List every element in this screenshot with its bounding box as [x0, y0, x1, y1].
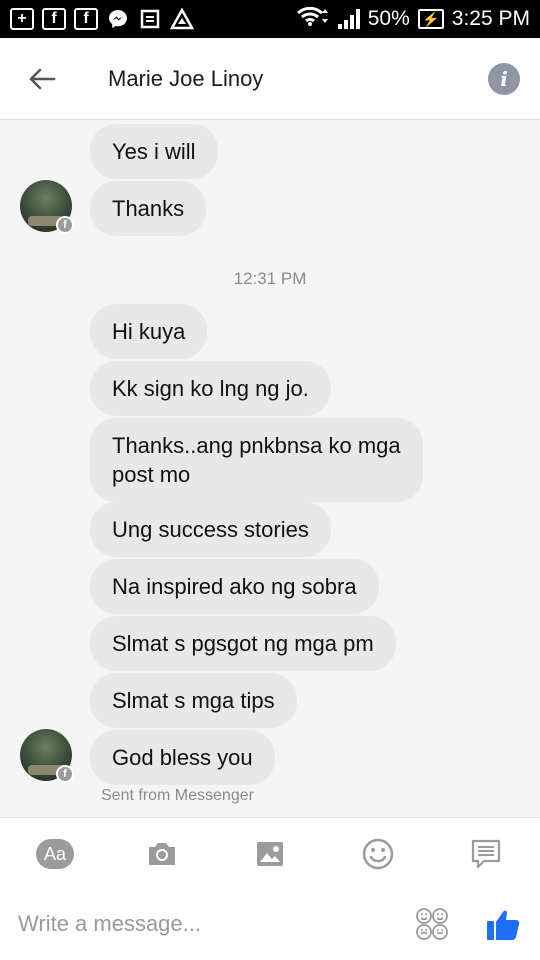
status-bar: + f f 50% ⚡ 3:25 PM	[0, 0, 540, 38]
image-icon	[257, 842, 283, 866]
message-bubble[interactable]: God bless you	[90, 730, 275, 785]
info-icon: i	[500, 66, 508, 91]
message-bubble[interactable]: Ung success stories	[90, 502, 331, 557]
message-list[interactable]: Yes i will Thanks f 12:31 PM Hi kuya Kk …	[0, 121, 540, 817]
stickers-button[interactable]	[414, 906, 450, 942]
message-input[interactable]	[18, 906, 398, 942]
message-bubble[interactable]: Hi kuya	[90, 304, 208, 359]
info-button[interactable]: i	[488, 62, 520, 95]
message-lines-icon	[471, 839, 501, 869]
chat-heads-button[interactable]	[466, 836, 506, 872]
wifi-icon	[296, 5, 330, 33]
smiley-icon	[362, 838, 394, 870]
message-bubble[interactable]: Na inspired ako ng sobra	[90, 559, 379, 614]
battery-percent: 50%	[367, 7, 410, 30]
timestamp: 12:31 PM	[233, 269, 307, 288]
clock: 3:25 PM	[451, 7, 530, 30]
facebook-notification-icon: f	[42, 8, 66, 30]
text-format-icon: Aa	[36, 839, 74, 869]
avatar[interactable]: f	[20, 729, 74, 783]
conversation-header: Marie Joe Linoy i	[0, 38, 540, 120]
composer-toolbar: Aa	[0, 818, 540, 890]
signal-icon	[337, 9, 360, 29]
notes-notification-icon	[138, 8, 162, 30]
text-format-button[interactable]: Aa	[35, 836, 75, 872]
battery-charging-icon: ⚡	[417, 9, 444, 29]
avatar[interactable]: f	[20, 180, 74, 234]
message-input-row	[0, 890, 540, 960]
message-bubble[interactable]: Slmat s pgsgot ng mga pm	[90, 616, 396, 671]
message-bubble[interactable]: Yes i will	[90, 124, 218, 179]
camera-icon	[149, 843, 175, 865]
arrow-left-icon	[29, 68, 56, 89]
facebook-badge-icon: f	[56, 216, 74, 234]
conversation-title: Marie Joe Linoy	[108, 65, 264, 91]
emoji-button[interactable]	[358, 836, 398, 872]
thumbs-up-icon	[487, 910, 520, 940]
gallery-button[interactable]	[250, 836, 290, 872]
warning-notification-icon	[170, 8, 194, 30]
camera-button[interactable]	[142, 836, 182, 872]
facebook-notification-icon-2: f	[74, 8, 98, 30]
messenger-notification-icon	[106, 8, 130, 30]
message-bubble[interactable]: Thanks..ang pnkbnsa ko mga post mo	[90, 418, 423, 502]
message-bubble[interactable]: Thanks	[90, 181, 207, 236]
plus-notification-icon: +	[10, 8, 34, 30]
message-bubble[interactable]: Slmat s mga tips	[90, 673, 297, 728]
message-bubble[interactable]: Kk sign ko lng ng jo.	[90, 361, 331, 416]
sent-from-label: Sent from Messenger	[101, 787, 254, 804]
composer: Aa	[0, 817, 540, 960]
like-button[interactable]	[484, 904, 524, 944]
facebook-badge-icon: f	[56, 765, 74, 783]
back-button[interactable]	[0, 38, 84, 120]
stickers-icon	[416, 908, 448, 940]
